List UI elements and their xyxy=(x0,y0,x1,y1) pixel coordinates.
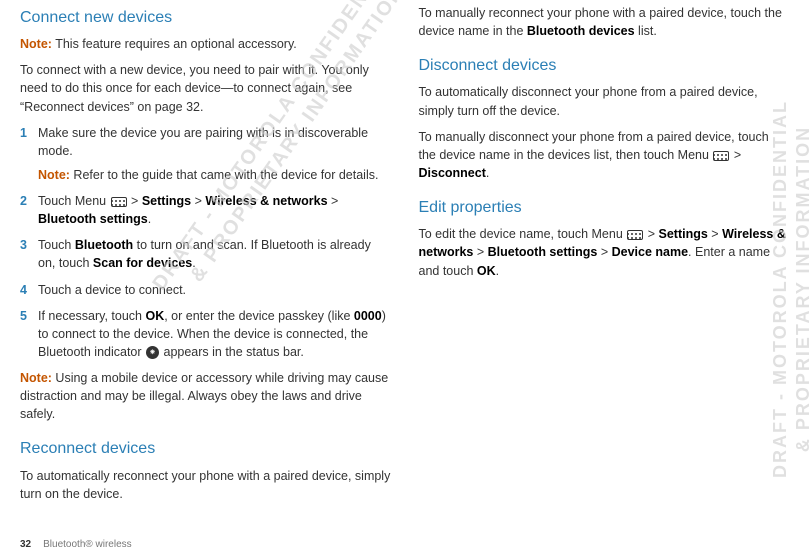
step-1: 1 Make sure the device you are pairing w… xyxy=(20,124,391,184)
ok-bold: OK xyxy=(477,264,496,278)
heading-reconnect-devices: Reconnect devices xyxy=(20,437,391,460)
step-text: Make sure the device you are pairing wit… xyxy=(38,126,368,158)
device-name-bold: Device name xyxy=(612,245,688,259)
note-text: This feature requires an optional access… xyxy=(52,37,297,51)
t: > xyxy=(128,194,142,208)
t: > xyxy=(597,245,611,259)
t: > xyxy=(191,194,205,208)
settings-bold: Settings xyxy=(659,227,708,241)
t: > xyxy=(708,227,722,241)
t: . xyxy=(486,166,489,180)
note-text: Using a mobile device or accessory while… xyxy=(20,371,388,421)
t: list. xyxy=(635,24,657,38)
step-body: Touch Menu > Settings > Wireless & netwo… xyxy=(38,192,391,228)
disconnect-auto: To automatically disconnect your phone f… xyxy=(419,83,790,119)
step-number: 1 xyxy=(20,124,38,184)
t: > xyxy=(644,227,658,241)
reconnect-auto: To automatically reconnect your phone wi… xyxy=(20,467,391,503)
step-1-note: Note: Refer to the guide that came with … xyxy=(38,166,391,184)
menu-icon xyxy=(111,197,127,207)
page-body: Connect new devices Note: This feature r… xyxy=(0,0,809,520)
wireless-networks-bold: Wireless & networks xyxy=(205,194,327,208)
t: Touch Menu xyxy=(38,194,110,208)
t: If necessary, touch xyxy=(38,309,145,323)
step-number: 2 xyxy=(20,192,38,228)
step-body: Touch Bluetooth to turn on and scan. If … xyxy=(38,236,391,272)
passkey-bold: 0000 xyxy=(354,309,382,323)
bluetooth-icon: ⁕ xyxy=(146,346,159,359)
ok-bold: OK xyxy=(145,309,164,323)
step-body: Touch a device to connect. xyxy=(38,281,391,299)
t: , or enter the device passkey (like xyxy=(164,309,354,323)
left-column: Connect new devices Note: This feature r… xyxy=(20,4,391,520)
bluetooth-settings-bold: Bluetooth settings xyxy=(488,245,598,259)
right-column: To manually reconnect your phone with a … xyxy=(419,4,790,520)
step-5: 5 If necessary, touch OK, or enter the d… xyxy=(20,307,391,361)
intro-paragraph: To connect with a new device, you need t… xyxy=(20,61,391,115)
heading-connect-new-devices: Connect new devices xyxy=(20,6,391,29)
note-label: Note: xyxy=(20,371,52,385)
bluetooth-settings-bold: Bluetooth settings xyxy=(38,212,148,226)
page-footer: 32 Bluetooth® wireless xyxy=(20,539,132,550)
step-3: 3 Touch Bluetooth to turn on and scan. I… xyxy=(20,236,391,272)
step-body: If necessary, touch OK, or enter the dev… xyxy=(38,307,391,361)
page-number: 32 xyxy=(20,539,31,550)
t: > xyxy=(473,245,487,259)
section-name: Bluetooth® wireless xyxy=(43,539,132,550)
note-label: Note: xyxy=(38,168,70,182)
scan-for-devices-bold: Scan for devices xyxy=(93,256,192,270)
step-2: 2 Touch Menu > Settings > Wireless & net… xyxy=(20,192,391,228)
step-number: 3 xyxy=(20,236,38,272)
t: To edit the device name, touch Menu xyxy=(419,227,627,241)
note-accessory: Note: This feature requires an optional … xyxy=(20,35,391,53)
disconnect-bold: Disconnect xyxy=(419,166,486,180)
heading-edit-properties: Edit properties xyxy=(419,196,790,219)
bluetooth-devices-bold: Bluetooth devices xyxy=(527,24,635,38)
reconnect-manual: To manually reconnect your phone with a … xyxy=(419,4,790,40)
step-body: Make sure the device you are pairing wit… xyxy=(38,124,391,184)
note-text: Refer to the guide that came with the de… xyxy=(70,168,379,182)
note-label: Note: xyxy=(20,37,52,51)
driving-note: Note: Using a mobile device or accessory… xyxy=(20,369,391,423)
t: > xyxy=(328,194,339,208)
menu-icon xyxy=(627,230,643,240)
t: . xyxy=(496,264,499,278)
t: . xyxy=(192,256,195,270)
step-4: 4 Touch a device to connect. xyxy=(20,281,391,299)
edit-properties-text: To edit the device name, touch Menu > Se… xyxy=(419,225,790,279)
disconnect-manual: To manually disconnect your phone from a… xyxy=(419,128,790,182)
step-number: 4 xyxy=(20,281,38,299)
t: > xyxy=(730,148,741,162)
settings-bold: Settings xyxy=(142,194,191,208)
t: appears in the status bar. xyxy=(160,345,304,359)
t: . xyxy=(148,212,151,226)
bluetooth-bold: Bluetooth xyxy=(75,238,133,252)
menu-icon xyxy=(713,151,729,161)
t: Touch xyxy=(38,238,75,252)
heading-disconnect-devices: Disconnect devices xyxy=(419,54,790,77)
step-number: 5 xyxy=(20,307,38,361)
